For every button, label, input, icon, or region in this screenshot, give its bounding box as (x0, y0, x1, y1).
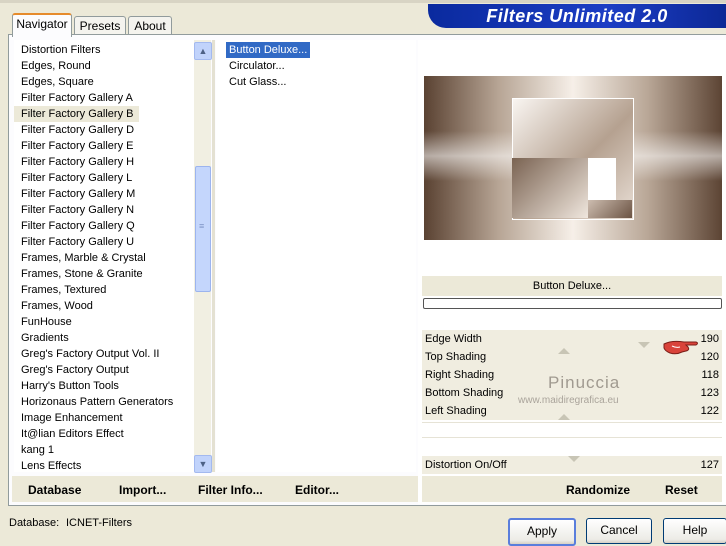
filter-info-button[interactable]: Filter Info... (198, 483, 263, 497)
tab-navigator[interactable]: Navigator (12, 13, 72, 37)
category-item[interactable]: Frames, Stone & Granite (14, 266, 149, 282)
slider-label: Distortion On/Off (425, 459, 507, 471)
filter-list[interactable]: Button Deluxe... Circulator... Cut Glass… (216, 40, 416, 472)
scroll-down-icon[interactable]: ▼ (194, 455, 212, 473)
category-item[interactable]: Filter Factory Gallery L (14, 170, 138, 186)
slider-value: 123 (700, 387, 719, 399)
category-item[interactable]: Frames, Marble & Crystal (14, 250, 152, 266)
tab-presets[interactable]: Presets (74, 16, 126, 35)
slider-label: Right Shading (425, 369, 495, 381)
category-item[interactable]: Frames, Textured (14, 282, 112, 298)
category-item[interactable]: Filter Factory Gallery D (14, 122, 140, 138)
slider-value: 120 (700, 351, 719, 363)
category-item[interactable]: Image Enhancement (14, 410, 129, 426)
category-item[interactable]: Greg's Factory Output (14, 362, 135, 378)
category-item[interactable]: Filter Factory Gallery M (14, 186, 141, 202)
filter-name-label: Button Deluxe... (422, 276, 722, 296)
category-item[interactable]: Distortion Filters (14, 42, 106, 58)
reset-button[interactable]: Reset (665, 483, 698, 497)
left-button-bar: Database Import... Filter Info... Editor… (12, 476, 418, 502)
list-divider (212, 40, 215, 472)
grip-icon: ≡ (199, 221, 205, 231)
category-item[interactable]: Filter Factory Gallery U (14, 234, 140, 250)
preview-bevel-block (512, 158, 588, 218)
preview-corner-block (588, 200, 632, 218)
slider-label: Edge Width (425, 333, 482, 345)
category-item[interactable]: Gradients (14, 330, 75, 346)
category-item[interactable]: Filter Factory Gallery H (14, 154, 140, 170)
help-button[interactable]: Help (663, 518, 726, 544)
category-item[interactable]: It@lian Editors Effect (14, 426, 130, 442)
right-button-bar: Randomize Reset (422, 476, 722, 502)
slider-value: 127 (700, 459, 719, 471)
tab-about[interactable]: About (128, 16, 172, 35)
scroll-thumb[interactable]: ≡ (195, 166, 211, 292)
slider-label: Left Shading (425, 405, 487, 417)
category-item-selected[interactable]: Filter Factory Gallery B (14, 106, 140, 122)
category-item[interactable]: Greg's Factory Output Vol. II (14, 346, 165, 362)
filter-item-selected[interactable]: Button Deluxe... (226, 42, 311, 58)
category-item[interactable]: Frames, Wood (14, 298, 99, 314)
slider-distortion[interactable]: Distortion On/Off 127 (422, 456, 722, 474)
slider-value: 190 (700, 333, 719, 345)
watermark-url: www.maidiregrafica.eu (518, 395, 619, 406)
database-button[interactable]: Database (28, 483, 81, 497)
category-item[interactable]: Horizonaus Pattern Generators (14, 394, 179, 410)
app-banner: Filters Unlimited 2.0 (428, 4, 726, 28)
scroll-up-icon[interactable]: ▲ (194, 42, 212, 60)
category-item[interactable]: Harry's Button Tools (14, 378, 125, 394)
category-scrollbar[interactable]: ▲ ≡ ▼ (194, 40, 212, 473)
slider-empty-row (422, 422, 722, 438)
watermark-name: Pinuccia (548, 373, 621, 392)
preview-image (424, 76, 722, 240)
slider-value: 122 (700, 405, 719, 417)
database-label: Database: (9, 517, 60, 529)
category-item[interactable]: kang 1 (14, 442, 60, 458)
category-list[interactable]: Distortion Filters Edges, Round Edges, S… (14, 40, 194, 472)
progress-bar (423, 298, 722, 309)
category-item[interactable]: Filter Factory Gallery N (14, 202, 140, 218)
category-item[interactable]: Filter Factory Gallery E (14, 138, 139, 154)
category-item[interactable]: Lens Effects (14, 458, 87, 472)
slider-handle-icon[interactable] (568, 456, 580, 462)
slider-label: Bottom Shading (425, 387, 504, 399)
category-item[interactable]: Filter Factory Gallery A (14, 90, 139, 106)
slider-handle-icon[interactable] (558, 414, 570, 420)
slider-label: Top Shading (425, 351, 487, 363)
preview-cut-block (588, 158, 616, 200)
category-item[interactable]: FunHouse (14, 314, 78, 330)
filter-item[interactable]: Circulator... (226, 58, 288, 74)
category-item[interactable]: Filter Factory Gallery Q (14, 218, 141, 234)
import-button[interactable]: Import... (119, 483, 166, 497)
cancel-button[interactable]: Cancel (586, 518, 652, 544)
category-item[interactable]: Edges, Round (14, 58, 97, 74)
slider-handle-icon[interactable] (558, 348, 570, 354)
top-strip (0, 0, 726, 3)
slider-value: 118 (701, 369, 719, 381)
randomize-button[interactable]: Randomize (566, 483, 630, 497)
filter-item[interactable]: Cut Glass... (226, 74, 289, 90)
editor-button[interactable]: Editor... (295, 483, 339, 497)
pointing-hand-icon (663, 340, 698, 355)
database-value: ICNET-Filters (66, 517, 132, 529)
category-item[interactable]: Edges, Square (14, 74, 100, 90)
apply-button[interactable]: Apply (508, 518, 576, 546)
